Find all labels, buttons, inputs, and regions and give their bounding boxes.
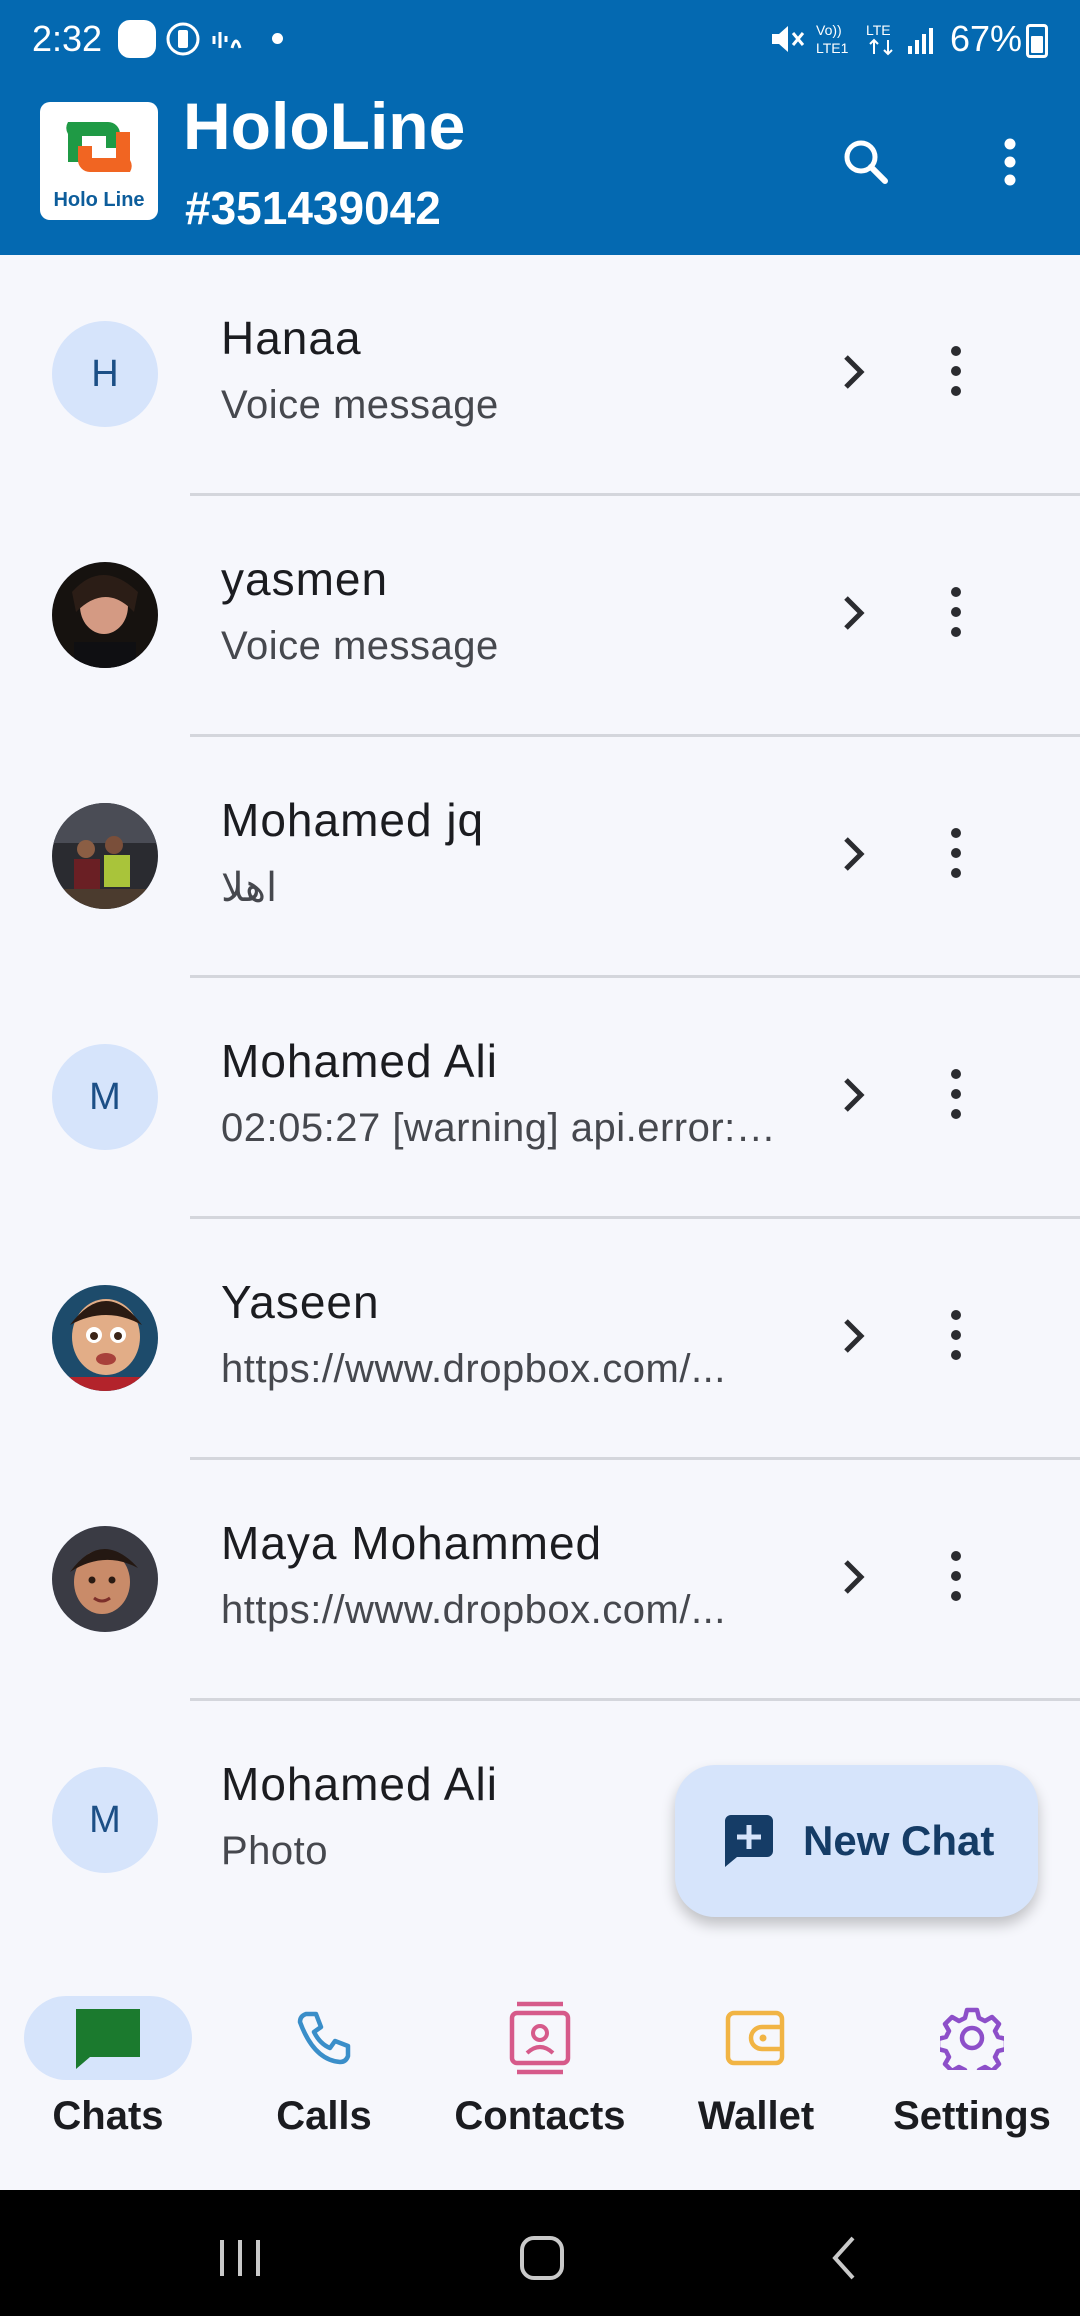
gear-icon [940, 2007, 1004, 2070]
chat-list: H Hanaa Voice message yasmen Voice messa… [0, 255, 1080, 1942]
chat-list-item[interactable]: Mohamed jq اهلا [0, 737, 1080, 978]
item-more-icon[interactable] [936, 1064, 976, 1124]
lte-data-icon: LTE [866, 22, 893, 56]
nav-icon-wrap [240, 1996, 408, 2080]
avatar [52, 1526, 158, 1632]
avatar-photo [52, 1285, 158, 1391]
signal-icon [908, 28, 933, 54]
nav-chats[interactable]: Chats [8, 1960, 208, 2190]
volte-icon: Vo)) LTE1 [816, 22, 849, 56]
contact-name: Yaseen [221, 1276, 380, 1328]
battery-icon [1026, 24, 1048, 58]
home-icon[interactable] [512, 2228, 572, 2288]
contact-name: Hanaa [221, 312, 362, 364]
recent-apps-icon[interactable] [210, 2228, 270, 2288]
logo-mark-icon [66, 122, 132, 172]
message-preview: Voice message [221, 383, 499, 427]
add-comment-icon [725, 1815, 773, 1867]
contact-card-icon [509, 2001, 571, 2075]
item-more-icon[interactable] [936, 341, 976, 401]
chat-list-item[interactable]: M Mohamed Ali 02:05:27 [warning] api.err… [0, 978, 1080, 1219]
avatar-photo [52, 803, 158, 909]
more-vert-icon [1004, 138, 1016, 186]
nav-calls[interactable]: Calls [224, 1960, 424, 2190]
chevron-right-icon[interactable] [832, 1309, 876, 1363]
avatar-photo [52, 1526, 158, 1632]
nav-active-indicator [24, 1996, 192, 2080]
avatar-initial: H [91, 352, 119, 395]
notification-app-icon [118, 20, 156, 58]
avatar-photo [52, 562, 158, 668]
system-navigation-bar [0, 2190, 1080, 2316]
contact-name: Mohamed Ali [221, 1035, 498, 1087]
account-id: #351439042 [185, 182, 441, 234]
bottom-navigation: Chats Calls Contacts Wallet Settings [0, 1960, 1080, 2190]
chevron-right-icon[interactable] [832, 1550, 876, 1604]
avatar [52, 1285, 158, 1391]
item-more-icon[interactable] [936, 582, 976, 642]
contact-name: Mohamed Ali [221, 1758, 498, 1810]
nav-contacts[interactable]: Contacts [440, 1960, 640, 2190]
item-more-icon[interactable] [936, 1546, 976, 1606]
overflow-menu-button[interactable] [978, 130, 1042, 194]
chat-list-item[interactable]: H Hanaa Voice message [0, 255, 1080, 496]
nav-settings[interactable]: Settings [872, 1960, 1072, 2190]
contact-name: yasmen [221, 553, 389, 605]
mute-icon [772, 26, 805, 52]
app-logo: Holo Line [40, 102, 158, 220]
avatar: M [52, 1767, 158, 1873]
contact-name: Mohamed jq [221, 794, 485, 846]
svg-text:LTE: LTE [866, 22, 891, 38]
svg-text:LTE1: LTE1 [816, 40, 849, 56]
notification-audio-icon [212, 32, 242, 49]
chat-list-item[interactable]: Maya Mohammed https://www.dropbox.com/..… [0, 1460, 1080, 1701]
nav-label: Chats [52, 2094, 164, 2138]
message-preview: https://www.dropbox.com/... [221, 1347, 726, 1391]
chat-list-item[interactable]: Yaseen https://www.dropbox.com/... [0, 1219, 1080, 1460]
message-preview: اهلا [221, 866, 278, 910]
item-more-icon[interactable] [936, 823, 976, 883]
chevron-right-icon[interactable] [832, 1068, 876, 1122]
contact-name: Maya Mohammed [221, 1517, 603, 1569]
nav-icon-wrap [888, 1996, 1056, 2080]
status-bar: 2:32 Vo)) LTE1 LTE 67% [0, 0, 1080, 80]
avatar-initial: M [89, 1075, 121, 1118]
nav-icon-wrap [672, 1996, 840, 2080]
app-header: 2:32 Vo)) LTE1 LTE 67% Holo Line HoloLin… [0, 0, 1080, 255]
message-preview: 02:05:27 [warning] api.error: ... [221, 1106, 781, 1150]
logo-text: Holo Line [53, 189, 145, 211]
search-button[interactable] [834, 130, 898, 194]
new-chat-label: New Chat [803, 1817, 995, 1864]
avatar [52, 562, 158, 668]
new-chat-button[interactable]: New Chat [675, 1765, 1038, 1917]
battery-percent: 67% [950, 18, 1023, 59]
nav-wallet[interactable]: Wallet [656, 1960, 856, 2190]
nav-label: Settings [893, 2094, 1051, 2138]
avatar [52, 803, 158, 909]
avatar-initial: M [89, 1798, 121, 1841]
nav-label: Wallet [697, 2094, 815, 2138]
chevron-right-icon[interactable] [832, 345, 876, 399]
back-icon[interactable] [815, 2228, 875, 2288]
chevron-right-icon[interactable] [832, 586, 876, 640]
more-notifications-dot [272, 33, 283, 44]
status-time: 2:32 [32, 18, 103, 59]
app-title: HoloLine [183, 89, 466, 163]
message-preview: https://www.dropbox.com/... [221, 1588, 726, 1632]
chat-list-item[interactable]: yasmen Voice message [0, 496, 1080, 737]
wallet-icon [725, 2010, 785, 2066]
svg-text:Vo)): Vo)) [816, 22, 842, 38]
chevron-right-icon[interactable] [832, 827, 876, 881]
search-icon [844, 140, 888, 184]
message-preview: Voice message [221, 624, 499, 668]
item-more-icon[interactable] [936, 1305, 976, 1365]
phone-icon [297, 2011, 351, 2065]
notification-sync-icon [166, 22, 200, 56]
nav-label: Contacts [454, 2094, 626, 2138]
avatar: M [52, 1044, 158, 1150]
chat-bubble-icon [76, 2009, 140, 2069]
avatar: H [52, 321, 158, 427]
nav-icon-wrap [456, 1996, 624, 2080]
nav-label: Calls [276, 2094, 372, 2138]
